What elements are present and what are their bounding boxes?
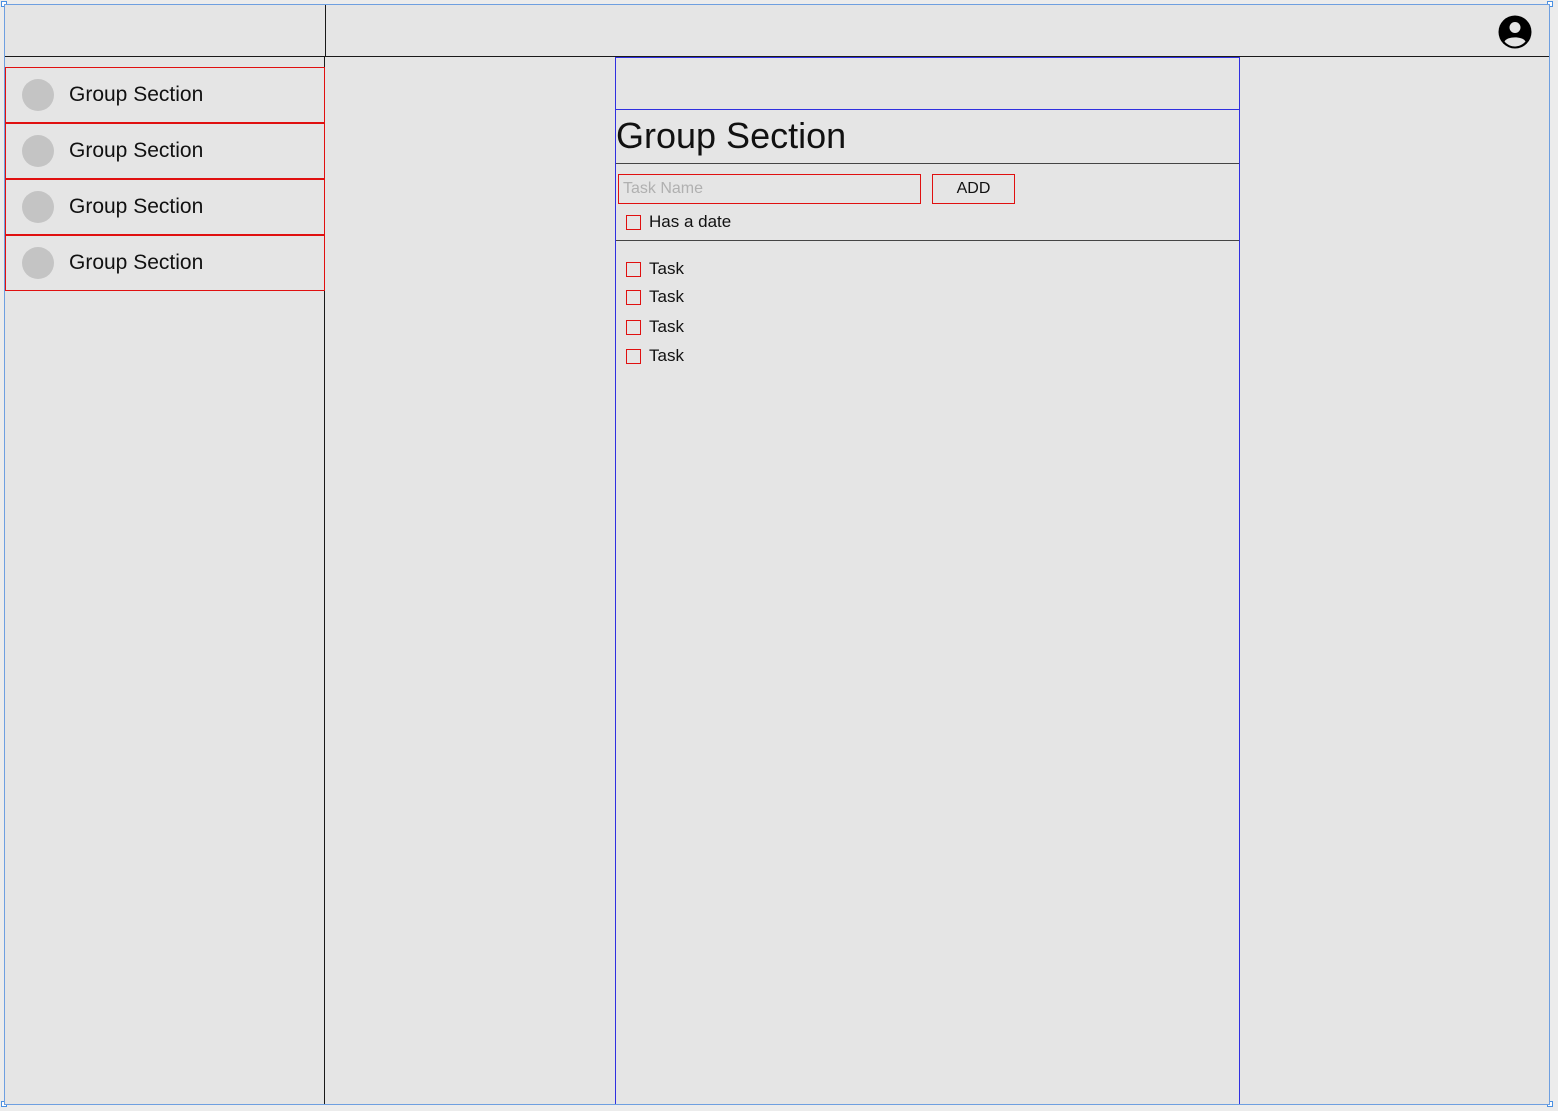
page-title: Group Section (616, 115, 847, 156)
app-frame: Group Section Group Section Group Sectio… (4, 4, 1550, 1105)
sidebar-item-group-section-1[interactable]: Group Section (5, 67, 325, 123)
account-circle-icon[interactable] (1498, 15, 1532, 49)
top-bar-divider (325, 5, 326, 57)
sidebar-item-label: Group Section (69, 139, 204, 162)
sidebar-item-group-section-4[interactable]: Group Section (5, 235, 325, 291)
task-checkbox[interactable] (626, 289, 641, 305)
task-name-input[interactable] (618, 174, 921, 204)
group-avatar-icon (22, 247, 54, 279)
sidebar-item-group-section-3[interactable]: Group Section (5, 179, 325, 235)
group-avatar-icon (22, 135, 54, 167)
has-date-label: Has a date (649, 212, 732, 231)
task-panel: Group Section ADD Has a date Task Task T… (615, 57, 1240, 1104)
sidebar-item-label: Group Section (69, 251, 204, 274)
sidebar-item-label: Group Section (69, 195, 204, 218)
panel-header (616, 57, 1239, 110)
task-item: Task (626, 346, 684, 366)
task-label: Task (649, 287, 684, 306)
sidebar: Group Section Group Section Group Sectio… (5, 57, 325, 1104)
task-item: Task (626, 259, 684, 279)
task-item: Task (626, 317, 684, 337)
task-label: Task (649, 346, 684, 365)
task-checkbox[interactable] (626, 348, 641, 364)
sidebar-item-group-section-2[interactable]: Group Section (5, 123, 325, 179)
top-bar (5, 5, 1549, 57)
group-avatar-icon (22, 79, 54, 111)
sidebar-item-label: Group Section (69, 83, 204, 106)
task-item: Task (626, 287, 684, 307)
add-button[interactable]: ADD (932, 174, 1015, 204)
add-task-form: ADD Has a date (616, 163, 1239, 241)
has-date-checkbox[interactable] (626, 214, 641, 230)
task-label: Task (649, 259, 684, 278)
has-date-row: Has a date (626, 212, 731, 232)
task-checkbox[interactable] (626, 261, 641, 277)
task-label: Task (649, 317, 684, 336)
group-avatar-icon (22, 191, 54, 223)
task-checkbox[interactable] (626, 319, 641, 335)
